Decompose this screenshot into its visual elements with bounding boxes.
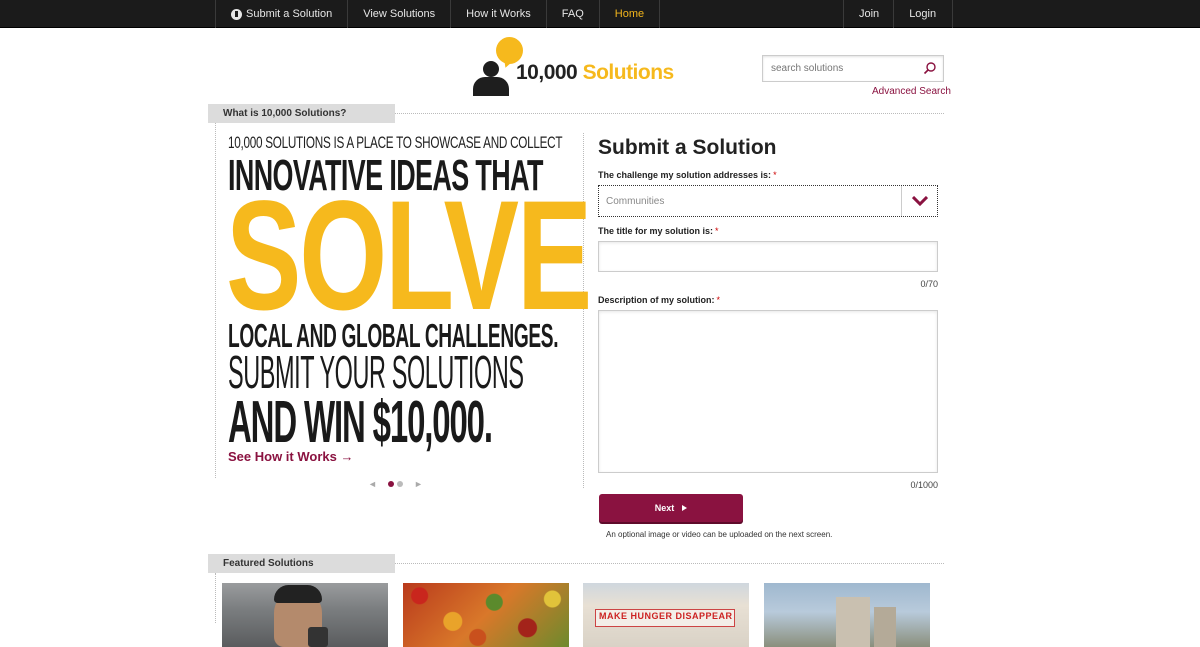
nav-view-solutions[interactable]: View Solutions [347, 0, 450, 28]
challenge-select-value: Communities [606, 196, 665, 207]
challenge-label: The challenge my solution addresses is: * [598, 170, 777, 180]
lightbulb-icon [231, 8, 242, 20]
advanced-search-link[interactable]: Advanced Search [872, 86, 951, 97]
solution-title-input[interactable] [598, 241, 938, 272]
featured-section-tab: Featured Solutions [208, 554, 395, 573]
main-nav: Submit a Solution View Solutions How it … [215, 0, 661, 28]
form-title: Submit a Solution [598, 136, 777, 159]
title-char-counter: 0/70 [920, 279, 938, 289]
challenge-select[interactable]: Communities [598, 185, 938, 217]
description-char-counter: 0/1000 [910, 480, 938, 490]
nav-submit-solution[interactable]: Submit a Solution [215, 0, 347, 28]
next-button[interactable]: Next [599, 494, 743, 522]
search-input[interactable] [763, 56, 918, 81]
nav-how-it-works[interactable]: How it Works [450, 0, 546, 28]
description-label: Description of my solution: * [598, 295, 721, 305]
chevron-down-icon[interactable] [901, 186, 937, 216]
see-how-it-works-link[interactable]: See How it Works → [228, 449, 353, 464]
next-arrow-icon[interactable]: ► [414, 479, 423, 489]
search-box [762, 55, 944, 82]
solution-description-textarea[interactable] [598, 310, 938, 473]
thumb-caption: MAKE HUNGER DISAPPEAR [599, 611, 733, 621]
carousel-dot[interactable] [397, 481, 403, 487]
nav-join[interactable]: Join [843, 0, 893, 28]
title-label: The title for my solution is: * [598, 226, 719, 236]
featured-thumb-man-speaking[interactable] [222, 583, 388, 647]
nav-label: Submit a Solution [246, 8, 333, 20]
microphone-icon [308, 627, 328, 647]
nav-faq[interactable]: FAQ [545, 0, 599, 28]
site-logo[interactable]: 10,000 Solutions [472, 37, 687, 97]
nav-login[interactable]: Login [893, 0, 954, 28]
hero-line: 10,000 SOLUTIONS IS A PLACE TO SHOWCASE … [228, 133, 563, 152]
search-icon[interactable] [923, 61, 937, 75]
carousel-dot[interactable] [388, 481, 394, 487]
carousel-pager: ◄ ► [368, 478, 423, 490]
featured-thumb-peppers[interactable] [403, 583, 569, 647]
person-icon [483, 61, 499, 77]
hero-solve-word: SOLVE [226, 169, 592, 343]
intro-section-tab: What is 10,000 Solutions? [208, 104, 395, 123]
upload-note: An optional image or video can be upload… [606, 530, 833, 539]
logo-text: 10,000 Solutions [516, 61, 674, 84]
prev-arrow-icon[interactable]: ◄ [368, 479, 377, 489]
featured-thumb-make-hunger-disappear[interactable]: MAKE HUNGER DISAPPEAR [583, 583, 749, 647]
hero-line: AND WIN $10,000. [228, 389, 493, 455]
top-nav-bar: Submit a Solution View Solutions How it … [0, 0, 1200, 28]
featured-thumb-city[interactable] [764, 583, 930, 647]
nav-home[interactable]: Home [598, 0, 661, 28]
play-arrow-icon [682, 505, 688, 511]
account-nav: Join Login [843, 0, 954, 28]
